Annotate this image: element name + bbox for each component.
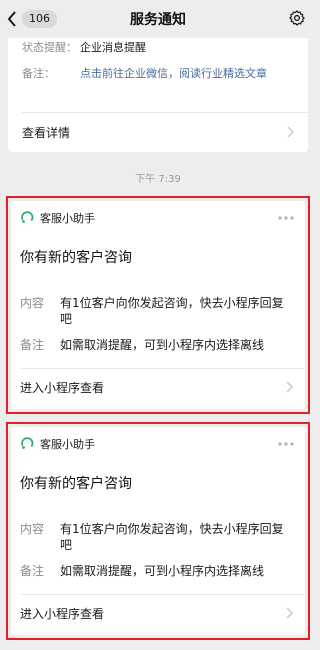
divider [20, 368, 305, 369]
notification-title: 你有新的客户咨询 [20, 250, 132, 266]
note-label: 备注 [20, 338, 45, 352]
open-mini-program-button[interactable]: 进入小程序查看 [20, 377, 293, 397]
more-icon[interactable] [277, 441, 295, 447]
card-header: 客服小助手 [20, 435, 295, 453]
note-value: 如需取消提醒，可到小程序内选择离线 [60, 564, 265, 578]
content-value: 有1位客户向你发起咨询，快去小程序回复吧 [60, 522, 284, 552]
app-name: 客服小助手 [40, 438, 95, 451]
open-mini-program-label: 进入小程序查看 [20, 380, 105, 395]
notification-title: 你有新的客户咨询 [20, 476, 132, 492]
note-label: 备注 [20, 564, 45, 578]
chevron-left-icon [7, 11, 16, 27]
previous-notification-card: 状态提醒： 企业消息提醒 备注： 点击前往企业微信，阅读行业精选文章 查看详情 [8, 38, 308, 152]
chevron-right-icon [286, 607, 293, 619]
note-label: 备注： [22, 67, 55, 80]
notification-card[interactable]: 客服小助手 你有新的客户咨询 内容 有1位客户向你发起咨询，快去小程序回复吧 备… [11, 427, 305, 635]
card-header: 客服小助手 [20, 209, 295, 227]
content-label: 内容 [20, 296, 45, 310]
open-mini-program-button[interactable]: 进入小程序查看 [20, 603, 293, 623]
note-link[interactable]: 点击前往企业微信，阅读行业精选文章 [80, 66, 267, 82]
timestamp: 下午 7:39 [135, 174, 181, 185]
note-row: 备注 如需取消提醒，可到小程序内选择离线 [20, 563, 291, 579]
mini-program-icon [21, 437, 34, 449]
view-details-button[interactable]: 查看详情 [22, 122, 294, 142]
note-row: 备注： 点击前往企业微信，阅读行业精选文章 [22, 66, 294, 82]
highlight-box: 客服小助手 你有新的客户咨询 内容 有1位客户向你发起咨询，快去小程序回复吧 备… [6, 196, 310, 414]
content-row: 内容 有1位客户向你发起咨询，快去小程序回复吧 [20, 295, 291, 327]
status-label: 状态提醒： [22, 41, 77, 54]
highlight-box: 客服小助手 你有新的客户咨询 内容 有1位客户向你发起咨询，快去小程序回复吧 备… [6, 422, 310, 640]
open-mini-program-label: 进入小程序查看 [20, 606, 105, 621]
content-label: 内容 [20, 522, 45, 536]
chevron-right-icon [286, 381, 293, 393]
divider [22, 112, 308, 113]
status-row: 状态提醒： 企业消息提醒 [22, 40, 294, 56]
note-row: 备注 如需取消提醒，可到小程序内选择离线 [20, 337, 291, 353]
status-value: 企业消息提醒 [80, 41, 146, 54]
page-title: 服务通知 [130, 12, 186, 28]
content-value: 有1位客户向你发起咨询，快去小程序回复吧 [60, 296, 284, 326]
app-name: 客服小助手 [40, 212, 95, 225]
gear-icon[interactable] [288, 9, 306, 27]
chevron-right-icon [287, 126, 294, 138]
content-row: 内容 有1位客户向你发起咨询，快去小程序回复吧 [20, 521, 291, 553]
back-button[interactable]: 106 [6, 9, 57, 29]
nav-bar: 106 服务通知 [0, 0, 316, 38]
notification-card[interactable]: 客服小助手 你有新的客户咨询 内容 有1位客户向你发起咨询，快去小程序回复吧 备… [11, 201, 305, 409]
view-details-label: 查看详情 [22, 125, 71, 140]
note-value: 如需取消提醒，可到小程序内选择离线 [60, 338, 265, 352]
divider [20, 594, 305, 595]
unread-count-badge: 106 [22, 10, 57, 28]
more-icon[interactable] [277, 215, 295, 221]
mini-program-icon [21, 211, 34, 223]
